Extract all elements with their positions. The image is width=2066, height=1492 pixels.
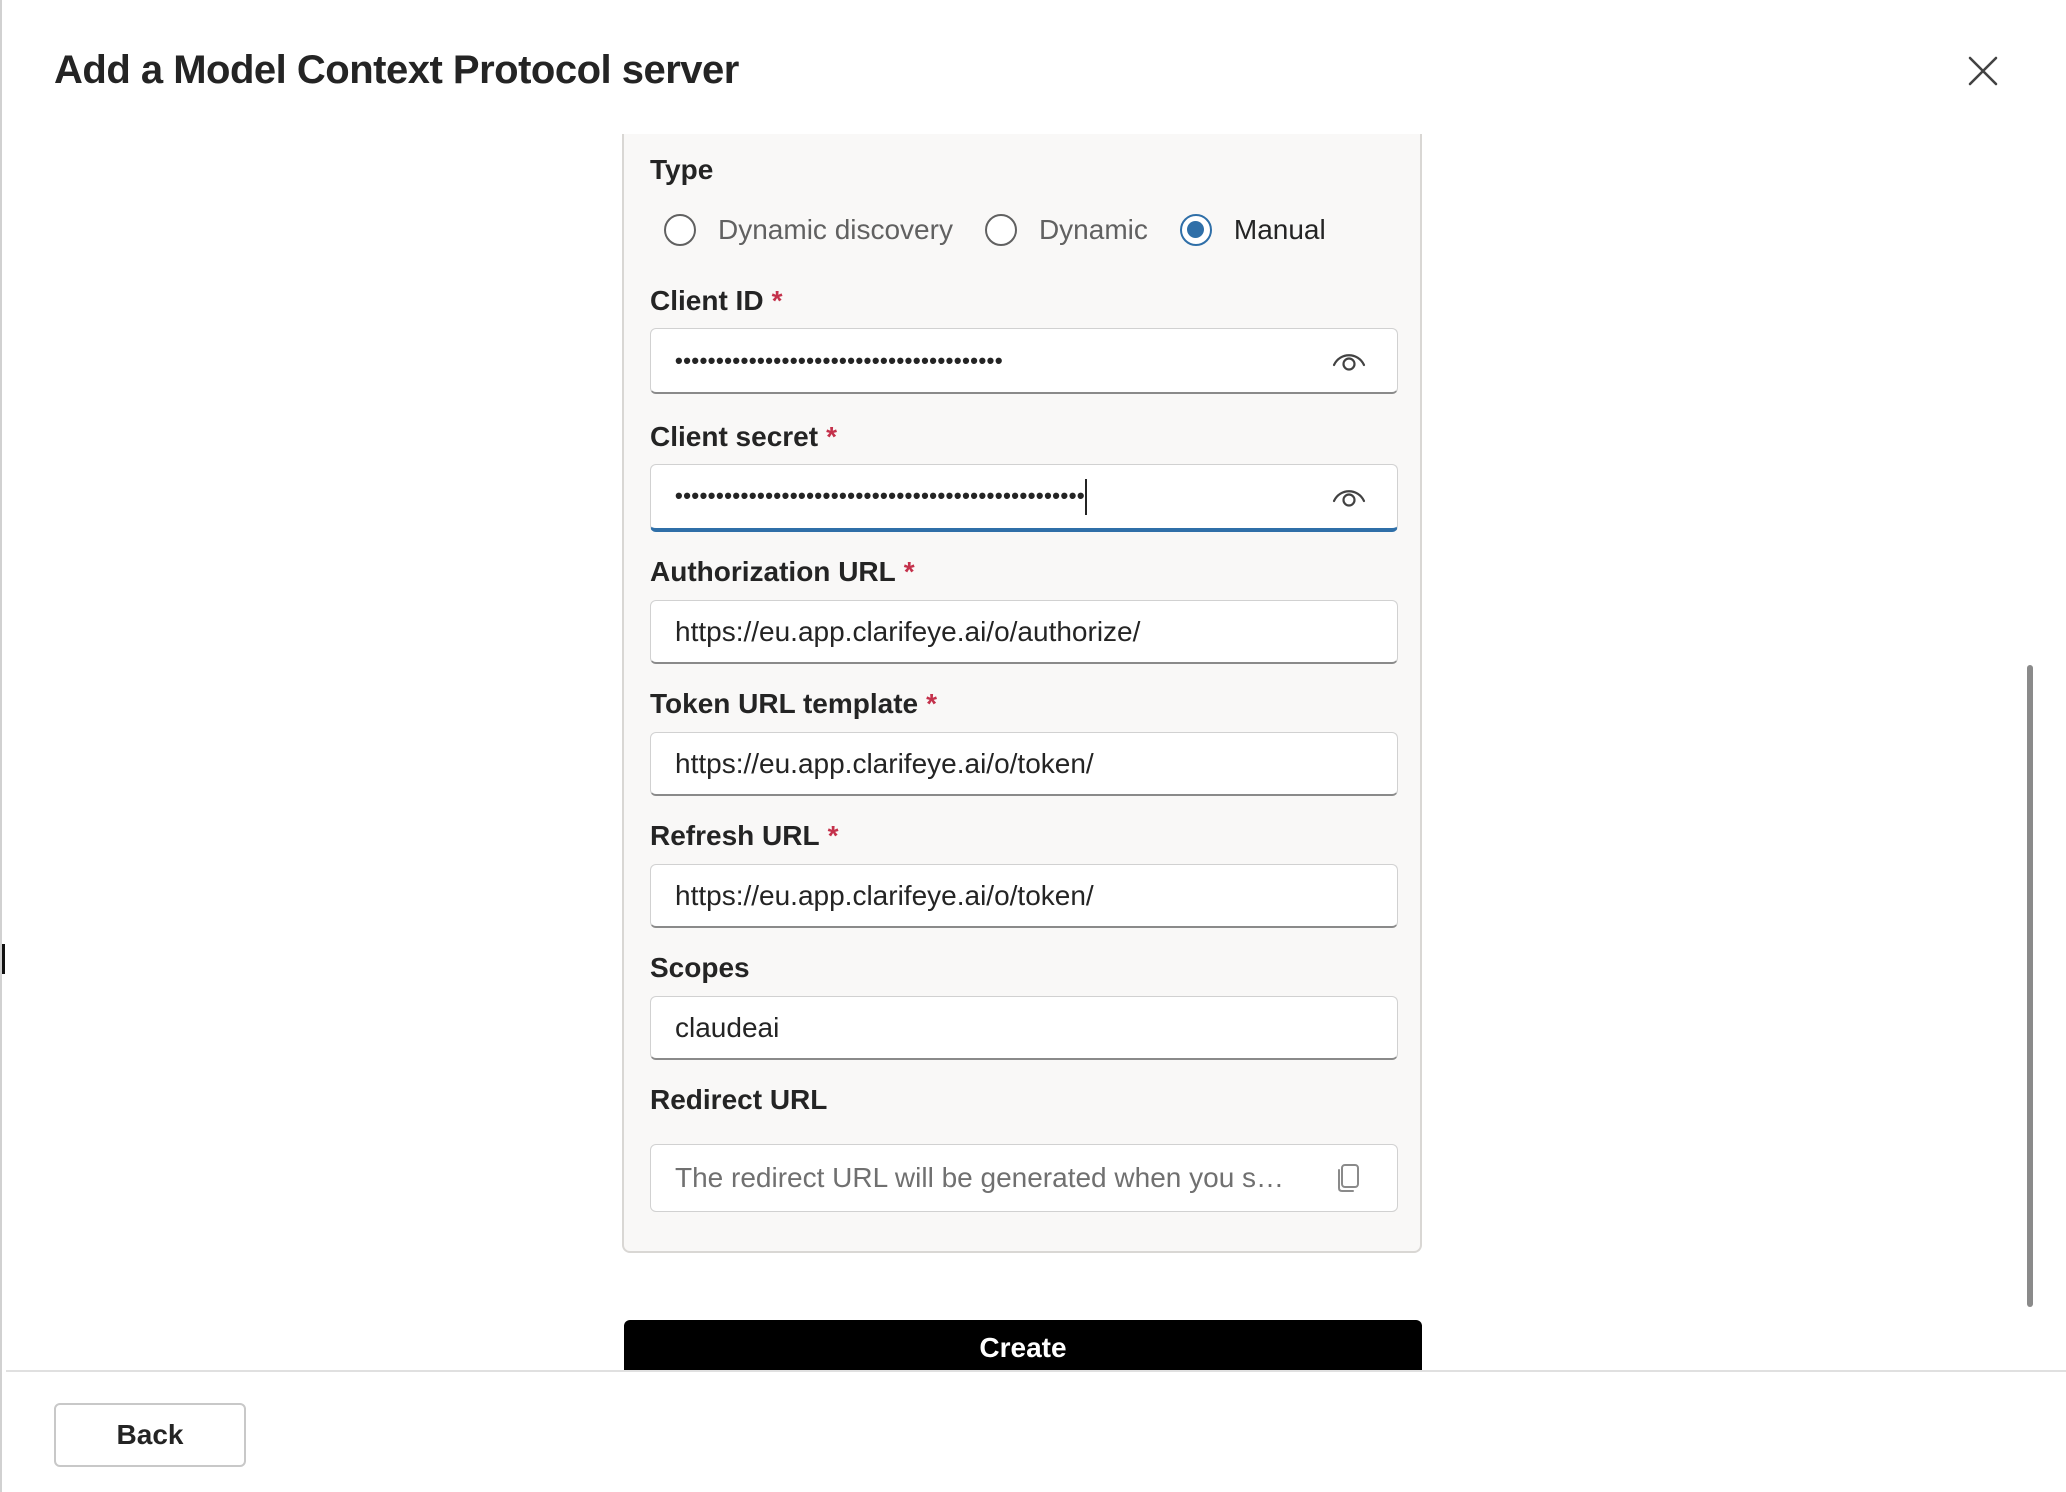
radio-indicator bbox=[664, 214, 696, 246]
dialog-title: Add a Model Context Protocol server bbox=[54, 48, 739, 92]
radio-label: Dynamic bbox=[1038, 214, 1148, 245]
authorization-url-value: https://eu.app.clarifeye.ai/o/authorize/ bbox=[675, 615, 1141, 647]
scopes-field[interactable]: claudeai bbox=[650, 996, 1398, 1060]
client-secret-label: Client secret * bbox=[650, 421, 837, 452]
token-url-field[interactable]: https://eu.app.clarifeye.ai/o/token/ bbox=[650, 732, 1398, 796]
scopes-label: Scopes bbox=[650, 952, 750, 983]
type-radio-group: Dynamic discovery Dynamic Manual bbox=[664, 208, 1358, 252]
dialog: Add a Model Context Protocol server Type… bbox=[0, 0, 2066, 1492]
radio-label: Manual bbox=[1233, 214, 1326, 245]
eye-icon bbox=[1332, 353, 1366, 371]
footer-divider bbox=[6, 1370, 2066, 1372]
refresh-url-field[interactable]: https://eu.app.clarifeye.ai/o/token/ bbox=[650, 864, 1398, 928]
authorization-url-field[interactable]: https://eu.app.clarifeye.ai/o/authorize/ bbox=[650, 600, 1398, 664]
close-icon bbox=[1968, 56, 1998, 86]
redirect-url-field[interactable]: The redirect URL will be generated when … bbox=[650, 1144, 1398, 1212]
refresh-url-value: https://eu.app.clarifeye.ai/o/token/ bbox=[675, 879, 1094, 911]
eye-icon bbox=[1332, 489, 1366, 507]
close-button[interactable] bbox=[1960, 48, 2006, 94]
radio-label: Dynamic discovery bbox=[718, 214, 953, 245]
authorization-url-label: Authorization URL * bbox=[650, 556, 915, 587]
redirect-url-label: Redirect URL bbox=[650, 1084, 828, 1115]
radio-manual[interactable]: Manual bbox=[1179, 214, 1326, 246]
token-url-value: https://eu.app.clarifeye.ai/o/token/ bbox=[675, 747, 1094, 779]
copy-icon bbox=[1338, 1164, 1359, 1192]
back-button[interactable]: Back bbox=[54, 1403, 246, 1467]
show-client-id-button[interactable] bbox=[1319, 331, 1379, 391]
create-button[interactable]: Create bbox=[624, 1320, 1422, 1370]
radio-indicator-selected bbox=[1179, 214, 1212, 246]
dialog-header: Add a Model Context Protocol server bbox=[2, 0, 2066, 134]
auth-settings-card: Type Dynamic discovery Dynamic Manual Cl… bbox=[622, 134, 1422, 1253]
scrollbar-thumb[interactable] bbox=[2027, 665, 2033, 1307]
dialog-body[interactable]: Type Dynamic discovery Dynamic Manual Cl… bbox=[2, 134, 2066, 1370]
client-id-field[interactable]: •••••••••••••••••••••••••••••••••••••••• bbox=[650, 328, 1398, 394]
copy-redirect-url-button[interactable] bbox=[1319, 1148, 1379, 1208]
type-label: Type bbox=[650, 154, 714, 185]
redirect-url-placeholder: The redirect URL will be generated when … bbox=[675, 1162, 1307, 1193]
radio-indicator bbox=[984, 214, 1017, 246]
client-secret-field[interactable]: ••••••••••••••••••••••••••••••••••••••••… bbox=[650, 464, 1398, 532]
client-secret-value: ••••••••••••••••••••••••••••••••••••••••… bbox=[651, 478, 1319, 515]
radio-dynamic[interactable]: Dynamic bbox=[984, 214, 1148, 246]
scopes-value: claudeai bbox=[675, 1011, 780, 1043]
client-id-label: Client ID * bbox=[650, 285, 783, 316]
token-url-label: Token URL template * bbox=[650, 688, 938, 719]
client-id-value: •••••••••••••••••••••••••••••••••••••••• bbox=[675, 347, 1004, 373]
text-caret bbox=[1085, 478, 1088, 515]
radio-dynamic-discovery[interactable]: Dynamic discovery bbox=[664, 214, 953, 246]
show-client-secret-button[interactable] bbox=[1319, 467, 1379, 527]
refresh-url-label: Refresh URL * bbox=[650, 820, 839, 851]
